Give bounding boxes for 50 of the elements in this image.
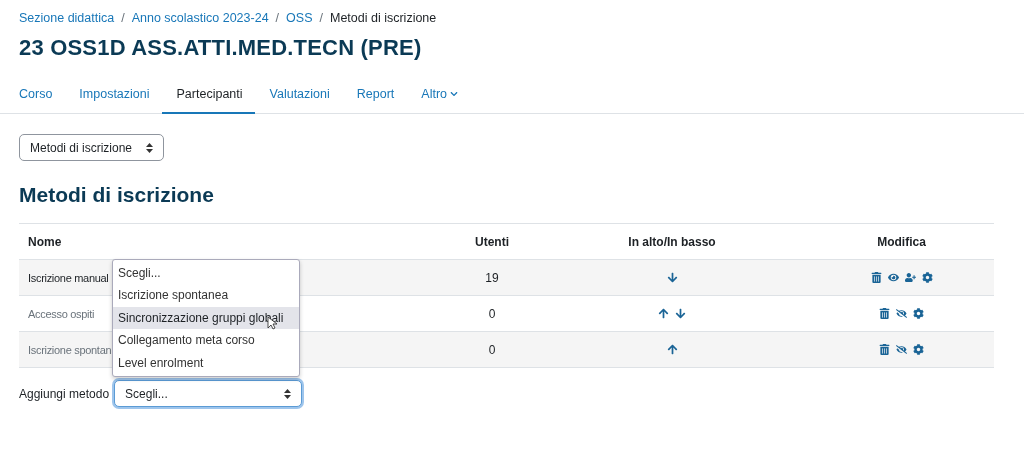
nav-tab[interactable]: Corso <box>4 78 65 114</box>
column-header: Modifica <box>876 234 927 249</box>
settings-icon[interactable] <box>913 344 924 355</box>
add-method-select[interactable]: Scegli... <box>114 380 303 407</box>
trash-icon[interactable] <box>870 272 882 283</box>
users-count: 0 <box>487 342 497 357</box>
users-count: 19 <box>484 270 500 285</box>
breadcrumb-current: Metodi di iscrizione <box>329 11 437 25</box>
column-header: Nome <box>27 234 63 249</box>
breadcrumb-link[interactable]: OSS <box>286 11 313 25</box>
dropdown-option[interactable]: Scegli... <box>113 262 299 285</box>
dropdown-option[interactable]: Level enrolment <box>113 351 299 374</box>
course-title: 23 OSS1D ASS.ATTI.MED.TECN (PRE) <box>19 35 423 61</box>
trash-icon[interactable] <box>879 344 890 355</box>
dropdown-option[interactable]: Sincronizzazione gruppi globali <box>113 306 299 330</box>
add-method-label: Aggiungi metodo <box>19 386 110 401</box>
eye-slash-icon[interactable] <box>896 344 907 355</box>
arrow-down-icon[interactable] <box>666 272 678 283</box>
breadcrumb-link[interactable]: Anno scolastico 2023-24 <box>131 11 269 25</box>
eye-slash-icon[interactable] <box>896 308 907 319</box>
caret-icon <box>450 90 458 98</box>
nav-tab[interactable]: Impostazioni <box>64 78 162 114</box>
breadcrumb-separator: / <box>275 11 280 25</box>
nav-tab[interactable]: Valutazioni <box>254 78 342 114</box>
user-plus-icon[interactable] <box>904 272 916 283</box>
updown-icon <box>284 388 292 399</box>
eye-icon[interactable] <box>887 272 899 283</box>
breadcrumb-separator: / <box>121 11 125 25</box>
nav-tab[interactable]: Report <box>341 78 407 114</box>
users-count: 0 <box>487 306 497 321</box>
settings-icon[interactable] <box>913 308 924 319</box>
column-header: In alto/In basso <box>627 234 717 249</box>
trash-icon[interactable] <box>879 308 890 319</box>
dropdown-option[interactable]: Iscrizione spontanea <box>113 284 299 307</box>
arrow-up-icon[interactable] <box>666 344 678 355</box>
dropdown-option[interactable]: Collegamento meta corso <box>113 329 299 352</box>
updown-icon <box>146 142 154 153</box>
method-name: Iscrizione spontan <box>28 343 112 356</box>
nav-tab[interactable]: Altro <box>406 78 470 114</box>
column-header: Utenti <box>474 234 510 249</box>
method-name: Iscrizione manual <box>28 271 109 284</box>
arrow-down-icon[interactable] <box>675 308 686 319</box>
section-heading: Metodi di iscrizione <box>19 183 215 207</box>
nav-tab[interactable]: Partecipanti <box>161 78 255 114</box>
page-select[interactable]: Metodi di iscrizione <box>19 134 165 161</box>
breadcrumb-separator: / <box>319 11 323 25</box>
settings-icon[interactable] <box>921 272 933 283</box>
breadcrumb-link[interactable]: Sezione didattica <box>19 11 115 25</box>
arrow-up-icon[interactable] <box>658 308 669 319</box>
method-name: Accesso ospiti <box>28 307 95 320</box>
